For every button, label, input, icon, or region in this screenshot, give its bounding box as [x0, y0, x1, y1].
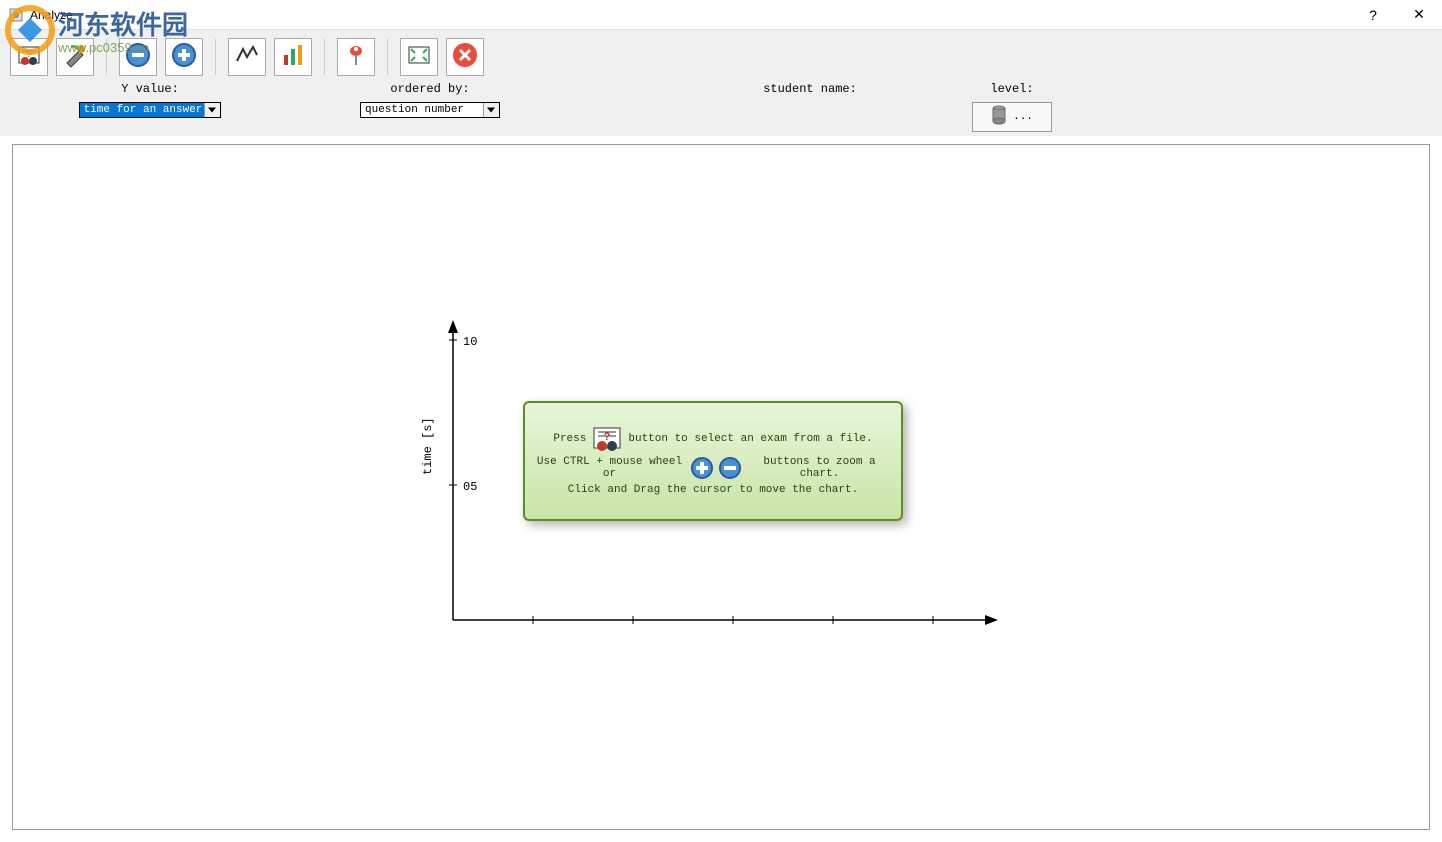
- svg-text:?: ?: [604, 432, 611, 444]
- zoom-in-button[interactable]: [165, 38, 203, 76]
- toolbar-divider: [387, 39, 388, 75]
- ordered-by-dropdown[interactable]: question number: [360, 102, 500, 118]
- cylinder-icon: [991, 105, 1007, 129]
- titlebar: Analyze ? ✕: [0, 0, 1442, 30]
- zoom-out-icon: [718, 456, 742, 480]
- chart-area[interactable]: 10 05 time [s] Press ? button to select …: [12, 144, 1430, 830]
- open-exam-icon: ?: [590, 426, 624, 452]
- fit-screen-button[interactable]: [400, 38, 438, 76]
- bar-chart-icon: [279, 41, 307, 73]
- help-button[interactable]: ?: [1350, 0, 1396, 30]
- app-icon: [8, 7, 24, 23]
- student-name-control: student name:: [710, 82, 910, 132]
- controls-row: Y value: time for an answer ordered by: …: [10, 82, 1432, 132]
- zoom-out-icon: [124, 41, 152, 73]
- ordered-by-control: ordered by: question number: [330, 82, 530, 132]
- line-chart-button[interactable]: [228, 38, 266, 76]
- svg-text:05: 05: [463, 480, 477, 494]
- zoom-out-button[interactable]: [119, 38, 157, 76]
- window-title: Analyze: [30, 8, 1350, 22]
- close-circle-icon: [451, 41, 479, 73]
- fit-screen-icon: [405, 41, 433, 73]
- dropdown-arrow-icon: [204, 103, 220, 117]
- hint-line-2: Use CTRL + mouse wheel or buttons to zoo…: [533, 456, 893, 480]
- bar-chart-button[interactable]: [274, 38, 312, 76]
- pin-icon: [342, 41, 370, 73]
- y-value-selected: time for an answer: [84, 104, 203, 116]
- level-label: level:: [990, 82, 1033, 96]
- toolbar: ?: [10, 38, 1432, 76]
- close-button[interactable]: ✕: [1396, 0, 1442, 30]
- y-value-dropdown[interactable]: time for an answer: [79, 102, 222, 118]
- settings-button[interactable]: [56, 38, 94, 76]
- dropdown-arrow-icon: [483, 103, 499, 117]
- open-exam-icon: ?: [15, 41, 43, 73]
- hint-line-3: Click and Drag the cursor to move the ch…: [568, 484, 858, 496]
- svg-text:?: ?: [26, 50, 32, 61]
- svg-text:10: 10: [463, 335, 477, 349]
- level-control: level: ...: [972, 82, 1052, 132]
- marker-button[interactable]: [337, 38, 375, 76]
- zoom-in-icon: [170, 41, 198, 73]
- open-exam-button[interactable]: ?: [10, 38, 48, 76]
- line-chart-icon: [233, 41, 261, 73]
- student-name-label: student name:: [763, 82, 857, 96]
- toolbar-divider: [324, 39, 325, 75]
- y-value-control: Y value: time for an answer: [50, 82, 250, 132]
- window-controls: ? ✕: [1350, 0, 1442, 30]
- toolbar-divider: [106, 39, 107, 75]
- close-chart-button[interactable]: [446, 38, 484, 76]
- y-axis-label: time [s]: [421, 417, 435, 475]
- y-value-label: Y value:: [121, 82, 179, 96]
- level-button-text: ...: [1013, 111, 1033, 123]
- zoom-in-icon: [690, 456, 714, 480]
- app-window: 河东软件园 www.pc0359.cn Analyze ? ✕ ?: [0, 0, 1442, 842]
- level-button[interactable]: ...: [972, 102, 1052, 132]
- ordered-by-selected: question number: [365, 104, 464, 116]
- hint-tooltip: Press ? button to select an exam from a …: [523, 401, 903, 521]
- toolbar-area: ?: [0, 30, 1442, 136]
- toolbar-divider: [215, 39, 216, 75]
- ordered-by-label: ordered by:: [390, 82, 469, 96]
- hint-line-1: Press ? button to select an exam from a …: [553, 426, 872, 452]
- wrench-icon: [61, 41, 89, 73]
